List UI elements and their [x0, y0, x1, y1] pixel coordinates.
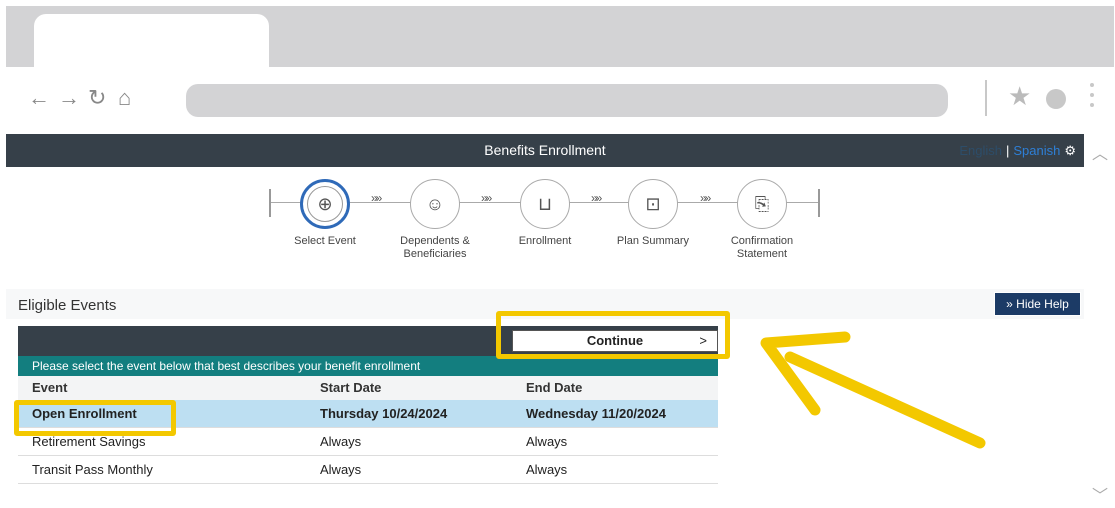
stepper-left-edge [269, 189, 271, 217]
document-icon: ⎘ [754, 193, 770, 214]
app-header: Benefits Enrollment English | Spanish ⚙ [6, 134, 1084, 167]
chevron-right-icon: »» [371, 191, 382, 205]
address-bar[interactable] [186, 84, 948, 117]
scroll-down-icon[interactable]: ﹀ [1092, 482, 1108, 506]
english-link[interactable]: English [959, 143, 1002, 158]
step-label: Dependents & Beneficiaries [400, 235, 470, 260]
back-icon[interactable]: ← [28, 85, 50, 111]
step-select-event[interactable]: ⊕ [300, 179, 350, 229]
continue-highlight [496, 311, 730, 359]
step-label: Plan Summary [616, 235, 690, 247]
table-row[interactable]: Transit Pass Monthly Always Always [18, 456, 718, 484]
step-label: Select Event [294, 235, 356, 247]
step-label: Confirmation Statement [730, 235, 794, 260]
annotation-arrow [760, 331, 986, 449]
people-icon: ☺ [425, 193, 445, 214]
plus-icon: ⊕ [317, 193, 333, 214]
double-chevron-icon: » [1006, 297, 1013, 311]
spanish-link[interactable]: Spanish [1013, 143, 1060, 158]
forward-icon[interactable]: → [58, 85, 80, 111]
browser-tab[interactable] [34, 14, 269, 69]
start-date-cell: Always [320, 462, 362, 477]
home-icon[interactable]: ⌂ [118, 85, 131, 111]
section-title: Eligible Events [18, 297, 117, 314]
chevron-right-icon: »» [700, 191, 711, 205]
event-cell: Transit Pass Monthly [32, 462, 153, 477]
toolbar-divider [985, 80, 987, 116]
page-title: Benefits Enrollment [484, 142, 606, 158]
column-header: End Date [526, 380, 583, 395]
star-icon[interactable]: ★ [1008, 81, 1031, 112]
cart-icon: ⊔ [537, 193, 553, 214]
profile-icon[interactable] [1046, 89, 1066, 109]
end-date-cell: Wednesday 11/20/2024 [526, 406, 666, 421]
start-date-cell: Thursday 10/24/2024 [320, 406, 448, 421]
chevron-right-icon: »» [481, 191, 492, 205]
chevron-right-icon: »» [591, 191, 602, 205]
hide-help-button[interactable]: » Hide Help [994, 292, 1081, 316]
column-header: Event [32, 380, 68, 395]
end-date-cell: Always [526, 462, 568, 477]
stepper-right-edge [818, 189, 820, 217]
step-dependents[interactable]: ☺ [410, 179, 460, 229]
step-enrollment[interactable]: ⊔ [520, 179, 570, 229]
reload-icon[interactable]: ↻ [88, 85, 106, 111]
open-enrollment-highlight [14, 400, 176, 436]
instruction-bar: Please select the event below that best … [18, 356, 718, 376]
step-confirmation[interactable]: ⎘ [737, 179, 787, 229]
step-plan-summary[interactable]: ⊡ [628, 179, 678, 229]
column-header: Start Date [320, 380, 382, 395]
start-date-cell: Always [320, 434, 362, 449]
hide-help-label: Hide Help [1016, 297, 1069, 311]
scroll-up-icon[interactable]: ︿ [1092, 140, 1108, 164]
language-switcher: English | Spanish ⚙ [959, 134, 1076, 167]
menu-icon[interactable] [1090, 83, 1094, 113]
table-header: Event Start Date End Date [18, 376, 718, 400]
browser-toolbar: ← → ↻ ⌂ ★ [6, 67, 1114, 134]
gear-icon[interactable]: ⚙ [1064, 143, 1076, 158]
language-separator: | [1005, 143, 1010, 158]
step-label: Enrollment [518, 235, 572, 247]
progress-stepper: ⊕ »» ☺ »» ⊔ »» ⊡ »» ⎘ Select Event Depen… [6, 167, 1084, 287]
chart-icon: ⊡ [645, 193, 661, 214]
end-date-cell: Always [526, 434, 568, 449]
